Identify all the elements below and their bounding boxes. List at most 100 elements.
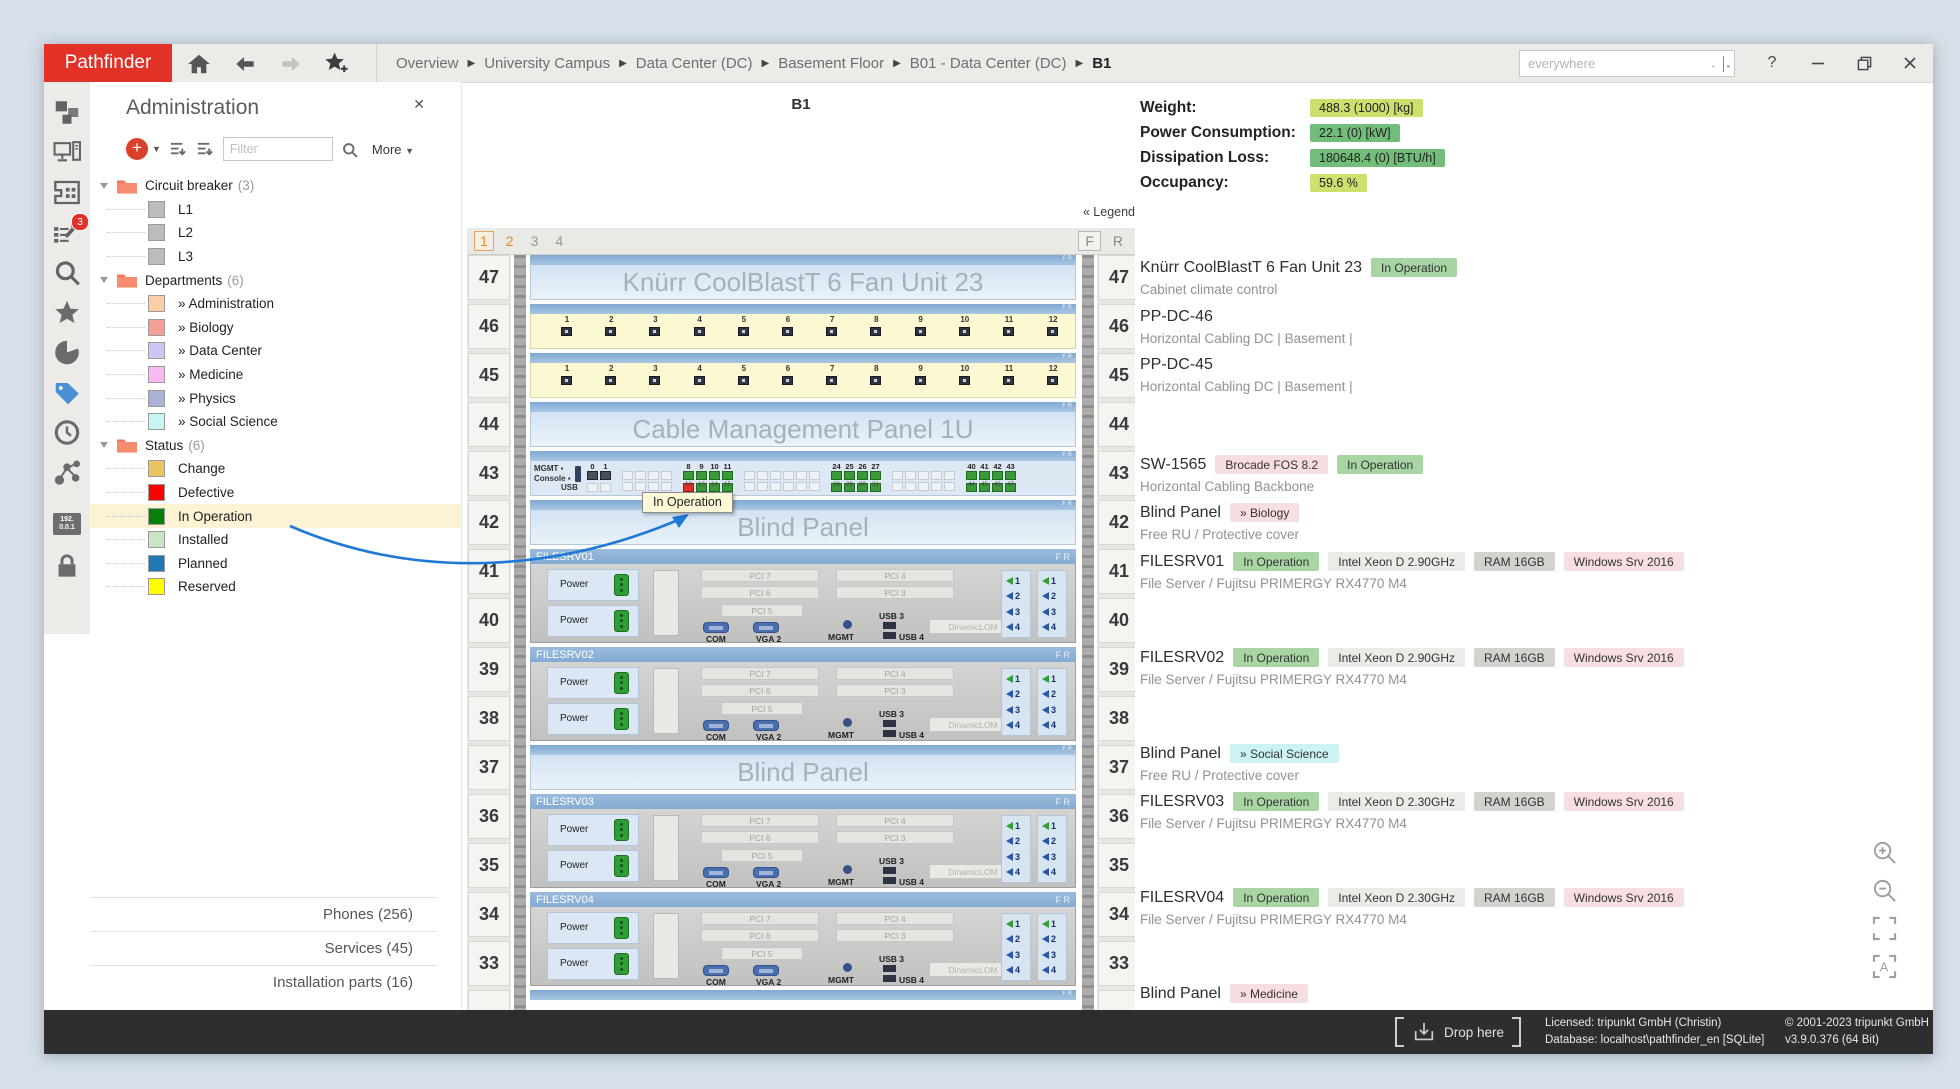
tree-expand-caret-icon[interactable] [100,442,108,448]
tree-group-departments[interactable]: Departments(6) [90,268,461,292]
rack-side-tab-f[interactable]: F [1078,231,1101,251]
tree-item-defective[interactable]: Defective [90,481,461,505]
detail-item[interactable]: FILESRV03In OperationIntel Xeon D 2.30GH… [1140,792,1930,831]
rack-unit-filesrv03[interactable]: FILESRV03F RPowerPowerPCI 7PCI 6PCI 5PCI… [530,794,1076,888]
detail-item-title[interactable]: FILESRV02 [1140,649,1224,667]
tree-item-l2[interactable]: L2 [90,221,461,245]
power-supply[interactable]: Power [547,569,639,601]
detail-item-title[interactable]: PP-DC-46 [1140,308,1213,326]
back-icon[interactable] [232,51,258,75]
add-favorite-star-icon[interactable] [324,51,350,75]
switch-port[interactable] [857,471,868,480]
tree-expand-caret-icon[interactable] [100,277,108,283]
detail-item-title[interactable]: FILESRV04 [1140,889,1224,907]
network-port-block[interactable]: 1234 [1001,815,1031,883]
pci-slot[interactable]: PCI 7 [701,569,819,582]
switch-port-empty[interactable] [944,471,955,480]
power-supply[interactable]: Power [547,605,639,637]
detail-item-title[interactable]: Blind Panel [1140,745,1221,763]
patch-port[interactable] [870,376,881,385]
rack-unit-kn-rr-coolblastt-6-fan-unit-23[interactable]: F RKnürr CoolBlastT 6 Fan Unit 23 [530,255,1076,300]
switch-port[interactable] [1005,471,1016,480]
clock-icon[interactable] [53,419,81,446]
tree-item--medicine[interactable]: » Medicine [90,363,461,387]
mgmt-port-icon[interactable] [843,718,852,727]
search-icon[interactable] [1712,55,1715,73]
switch-port[interactable] [992,471,1003,480]
network-port-block[interactable]: 1234 [1001,668,1031,736]
switch-port[interactable] [722,471,733,480]
usb-port[interactable] [883,975,896,982]
rack-side-tab-r[interactable]: R [1107,232,1129,250]
tree-item-l3[interactable]: L3 [90,245,461,269]
pci-slot[interactable]: PCI 7 [701,667,819,680]
filter-search-icon[interactable] [341,141,360,158]
network-port-block[interactable]: 1234 [1037,668,1067,736]
detail-item[interactable]: PP-DC-46Horizontal Cabling DC | Basement… [1140,308,1930,346]
detail-item[interactable]: PP-DC-45Horizontal Cabling DC | Basement… [1140,356,1930,394]
forward-icon[interactable] [278,51,304,75]
zoom-out-icon[interactable] [1872,878,1897,903]
search-icon[interactable] [53,259,81,286]
switch-port-empty[interactable] [809,482,820,491]
fit-screen-icon[interactable] [1872,916,1897,941]
breadcrumb-item[interactable]: Basement Floor [778,55,884,72]
pci-slot[interactable]: PCI 7 [701,814,819,827]
home-icon[interactable] [186,51,212,75]
pci-slot[interactable]: PCI 4 [836,667,954,680]
switch-port-empty[interactable] [622,482,633,491]
tree-item--data-center[interactable]: » Data Center [90,339,461,363]
power-supply[interactable]: Power [547,703,639,735]
add-dropdown-caret-icon[interactable]: ▼ [152,144,161,154]
tree-item--social-science[interactable]: » Social Science [90,410,461,434]
rack-page-tab-1[interactable]: 1 [474,231,494,251]
patch-port[interactable] [694,376,705,385]
rack-unit-filesrv04[interactable]: FILESRV04F RPowerPowerPCI 7PCI 6PCI 5PCI… [530,892,1076,986]
switch-port-empty[interactable] [635,482,646,491]
patch-port[interactable] [1047,376,1058,385]
usb-port[interactable] [883,965,896,972]
power-supply[interactable]: Power [547,912,639,944]
switch-port[interactable] [696,471,707,480]
rack-page-tab-3[interactable]: 3 [526,232,544,250]
switch-port-empty[interactable] [757,482,768,491]
detail-item[interactable]: Knürr CoolBlastT 6 Fan Unit 23In Operati… [1140,258,1930,297]
breadcrumb-item[interactable]: B1 [1092,55,1111,72]
tree-item--biology[interactable]: » Biology [90,316,461,340]
switch-port[interactable] [966,471,977,480]
maximize-button[interactable] [1841,44,1887,82]
patch-port[interactable] [1003,376,1014,385]
switch-port[interactable] [600,471,611,480]
switch-port[interactable] [709,471,720,480]
switch-port-empty[interactable] [944,482,955,491]
switch-port-empty[interactable] [931,482,942,491]
power-supply[interactable]: Power [547,850,639,882]
detail-item-title[interactable]: FILESRV03 [1140,793,1224,811]
patch-port[interactable] [870,327,881,336]
mgmt-port-icon[interactable] [843,963,852,972]
switch-port[interactable] [870,471,881,480]
pci-slot[interactable]: PCI 4 [836,569,954,582]
vga-connector-icon[interactable] [703,622,729,633]
rack-unit-cable-management-panel-1u[interactable]: F RCable Management Panel 1U [530,402,1076,447]
panel-close-icon[interactable]: ✕ [413,96,425,113]
pci-slot[interactable]: PCI 4 [836,814,954,827]
patch-port[interactable] [1047,327,1058,336]
pci-slot[interactable]: PCI 3 [836,831,954,844]
drop-zone[interactable]: Drop here [1395,1010,1521,1054]
detail-item[interactable]: FILESRV02In OperationIntel Xeon D 2.90GH… [1140,648,1930,687]
detail-item-title[interactable]: PP-DC-45 [1140,356,1213,374]
vga-connector-icon[interactable] [703,965,729,976]
help-button[interactable]: ? [1749,44,1795,82]
pci-slot[interactable]: PCI 7 [701,912,819,925]
switch-port-empty[interactable] [892,482,903,491]
usb-port[interactable] [883,867,896,874]
patch-port[interactable] [649,327,660,336]
tree-item-change[interactable]: Change [90,457,461,481]
patch-port[interactable] [915,327,926,336]
breadcrumb-item[interactable]: University Campus [484,55,610,72]
switch-port-empty[interactable] [918,471,929,480]
rack-unit-patch[interactable]: F R123456789101112 [530,304,1076,349]
pci-slot[interactable]: PCI 6 [701,684,819,697]
tree-item--physics[interactable]: » Physics [90,386,461,410]
